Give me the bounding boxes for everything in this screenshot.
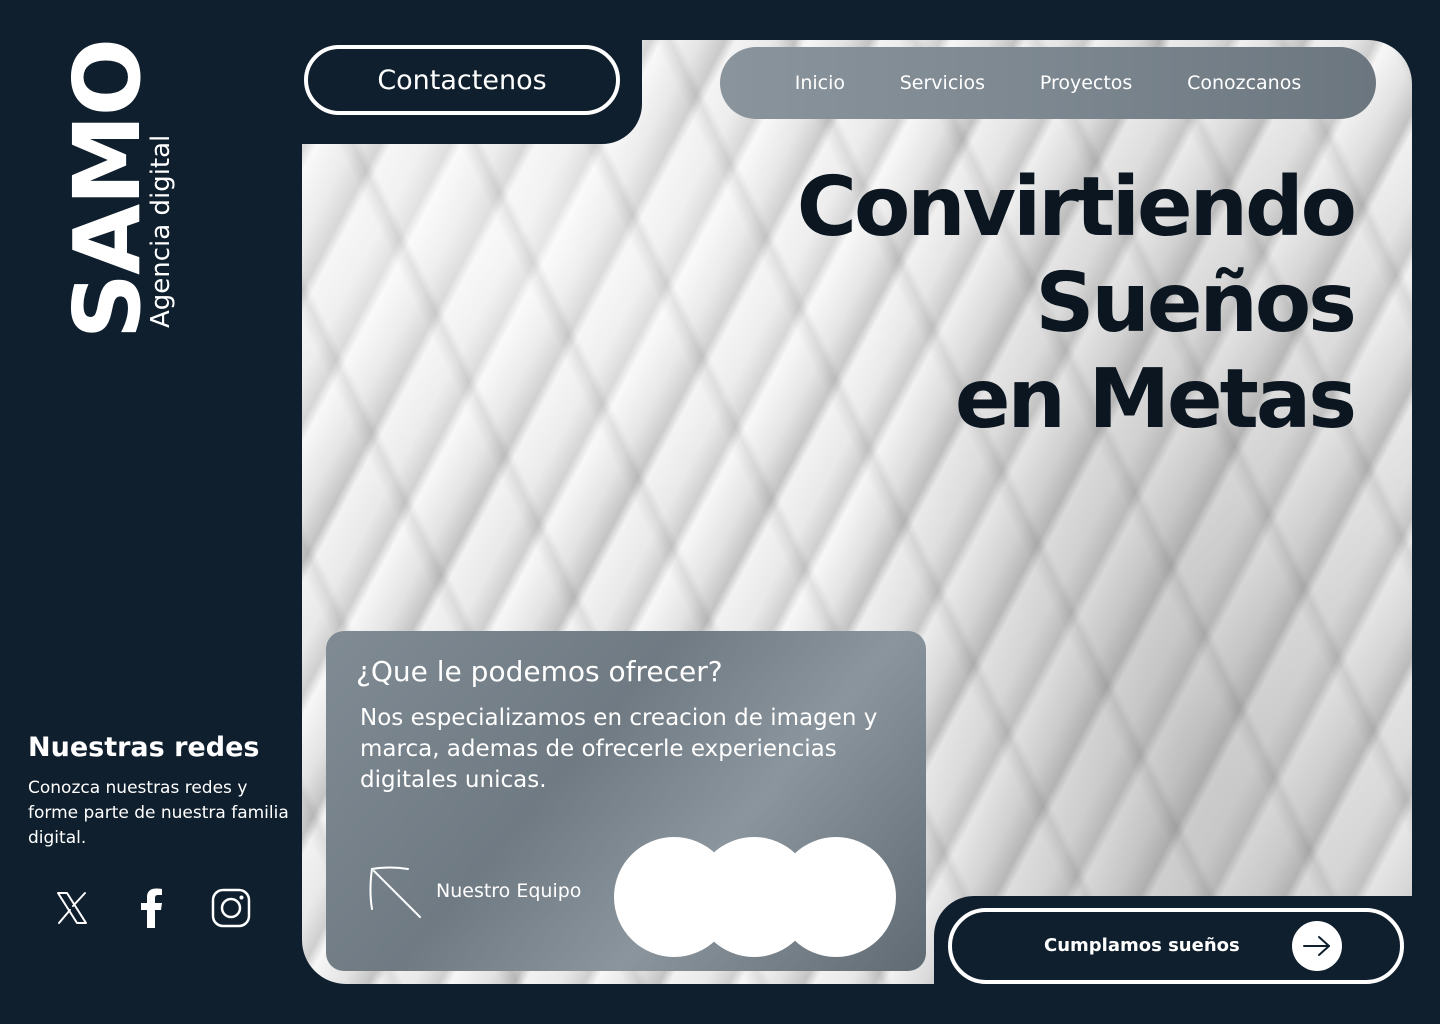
- cta-label: Cumplamos sueños: [1044, 935, 1240, 956]
- hero-headline-line-2: Sueños: [1035, 256, 1357, 351]
- hero-headline-line-3: en Metas: [954, 352, 1357, 447]
- brand: SAMO Agencia digital: [36, 40, 176, 360]
- arrow-up-left-icon: [366, 863, 422, 919]
- offer-title: ¿Que le podemos ofrecer?: [356, 655, 723, 688]
- brand-logo-text[interactable]: SAMO: [54, 40, 161, 360]
- social-description: Conozca nuestras redes y forme parte de …: [28, 778, 289, 848]
- nav-item-servicios[interactable]: Servicios: [900, 72, 985, 94]
- offer-card: ¿Que le podemos ofrecer? Nos especializa…: [326, 631, 926, 971]
- hero-headline: Convirtiendo Sueños en Metas: [714, 160, 1357, 448]
- main-nav: Inicio Servicios Proyectos Conozcanos: [720, 47, 1376, 119]
- nav-item-conozcanos[interactable]: Conozcanos: [1187, 72, 1301, 94]
- offer-description: Nos especializamos en creacion de imagen…: [360, 705, 878, 793]
- facebook-icon[interactable]: [127, 884, 175, 932]
- contact-button[interactable]: Contactenos: [304, 45, 620, 115]
- nav-item-proyectos[interactable]: Proyectos: [1040, 72, 1133, 94]
- instagram-icon[interactable]: [207, 884, 255, 932]
- team-avatar[interactable]: [776, 837, 896, 957]
- x-icon[interactable]: [48, 884, 96, 932]
- brand-tagline: Agencia digital: [146, 134, 176, 328]
- social-title: Nuestras redes: [28, 732, 260, 763]
- team-link[interactable]: Nuestro Equipo: [366, 861, 581, 921]
- arrow-right-icon: [1292, 921, 1342, 971]
- hero-headline-line-1: Convirtiendo: [796, 160, 1357, 255]
- cta-button[interactable]: Cumplamos sueños: [948, 908, 1404, 984]
- team-link-label: Nuestro Equipo: [436, 880, 582, 902]
- nav-item-inicio[interactable]: Inicio: [795, 72, 845, 94]
